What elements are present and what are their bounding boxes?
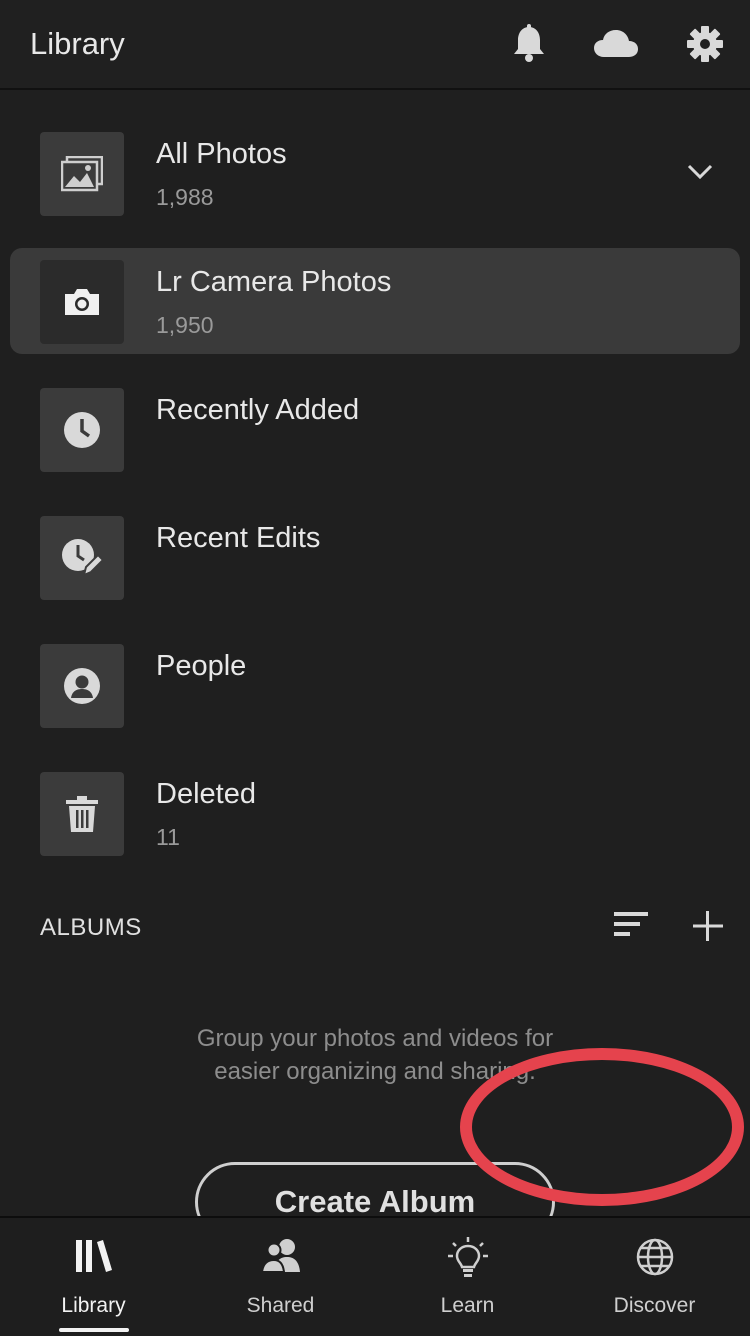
library-item-deleted[interactable]: Deleted 11 — [10, 760, 740, 866]
tab-learn[interactable]: Learn — [374, 1218, 561, 1336]
photos-icon — [40, 132, 124, 216]
albums-section-label: ALBUMS — [40, 914, 142, 941]
library-item-recent-edits[interactable]: Recent Edits — [10, 504, 740, 610]
globe-icon — [634, 1236, 676, 1278]
cloud-icon[interactable] — [592, 24, 640, 64]
tab-library[interactable]: Library — [0, 1218, 187, 1336]
top-bar: Library — [0, 0, 750, 90]
chevron-down-icon[interactable] — [680, 152, 720, 192]
active-tab-indicator — [59, 1328, 129, 1332]
shared-people-icon — [260, 1236, 302, 1278]
library-item-all-photos[interactable]: All Photos 1,988 — [10, 120, 740, 226]
library-item-label: Lr Camera Photos — [156, 266, 392, 298]
library-item-label: Recently Added — [156, 394, 360, 426]
tab-label: Library — [61, 1294, 126, 1317]
library-item-recently-added[interactable]: Recently Added — [10, 376, 740, 482]
tab-discover[interactable]: Discover — [561, 1218, 748, 1336]
trash-icon — [40, 772, 124, 856]
bottom-tab-bar: Library Shared Learn Discover — [0, 1216, 750, 1336]
library-item-label: Recent Edits — [156, 522, 321, 554]
gear-icon[interactable] — [685, 24, 725, 64]
library-item-people[interactable]: People — [10, 632, 740, 738]
sort-icon[interactable] — [612, 908, 652, 944]
library-item-count: 11 — [156, 824, 180, 850]
tab-label: Shared — [246, 1294, 315, 1317]
library-item-count: 1,988 — [156, 184, 214, 210]
library-item-count: 1,950 — [156, 312, 214, 338]
library-icon — [73, 1236, 115, 1278]
camera-icon — [40, 260, 124, 344]
tab-label: Learn — [440, 1294, 495, 1317]
person-icon — [40, 644, 124, 728]
library-item-lr-camera-photos[interactable]: Lr Camera Photos 1,950 — [10, 248, 740, 354]
clock-edit-icon — [40, 516, 124, 600]
clock-icon — [40, 388, 124, 472]
annotation-circle — [460, 1048, 744, 1206]
add-album-icon[interactable] — [688, 906, 728, 946]
bell-icon[interactable] — [509, 24, 549, 64]
tab-shared[interactable]: Shared — [187, 1218, 374, 1336]
lightbulb-icon — [447, 1236, 489, 1278]
tab-label: Discover — [613, 1294, 696, 1317]
library-item-label: Deleted — [156, 778, 256, 810]
library-item-label: All Photos — [156, 138, 287, 170]
library-item-label: People — [156, 650, 247, 682]
page-title: Library — [30, 26, 125, 61]
